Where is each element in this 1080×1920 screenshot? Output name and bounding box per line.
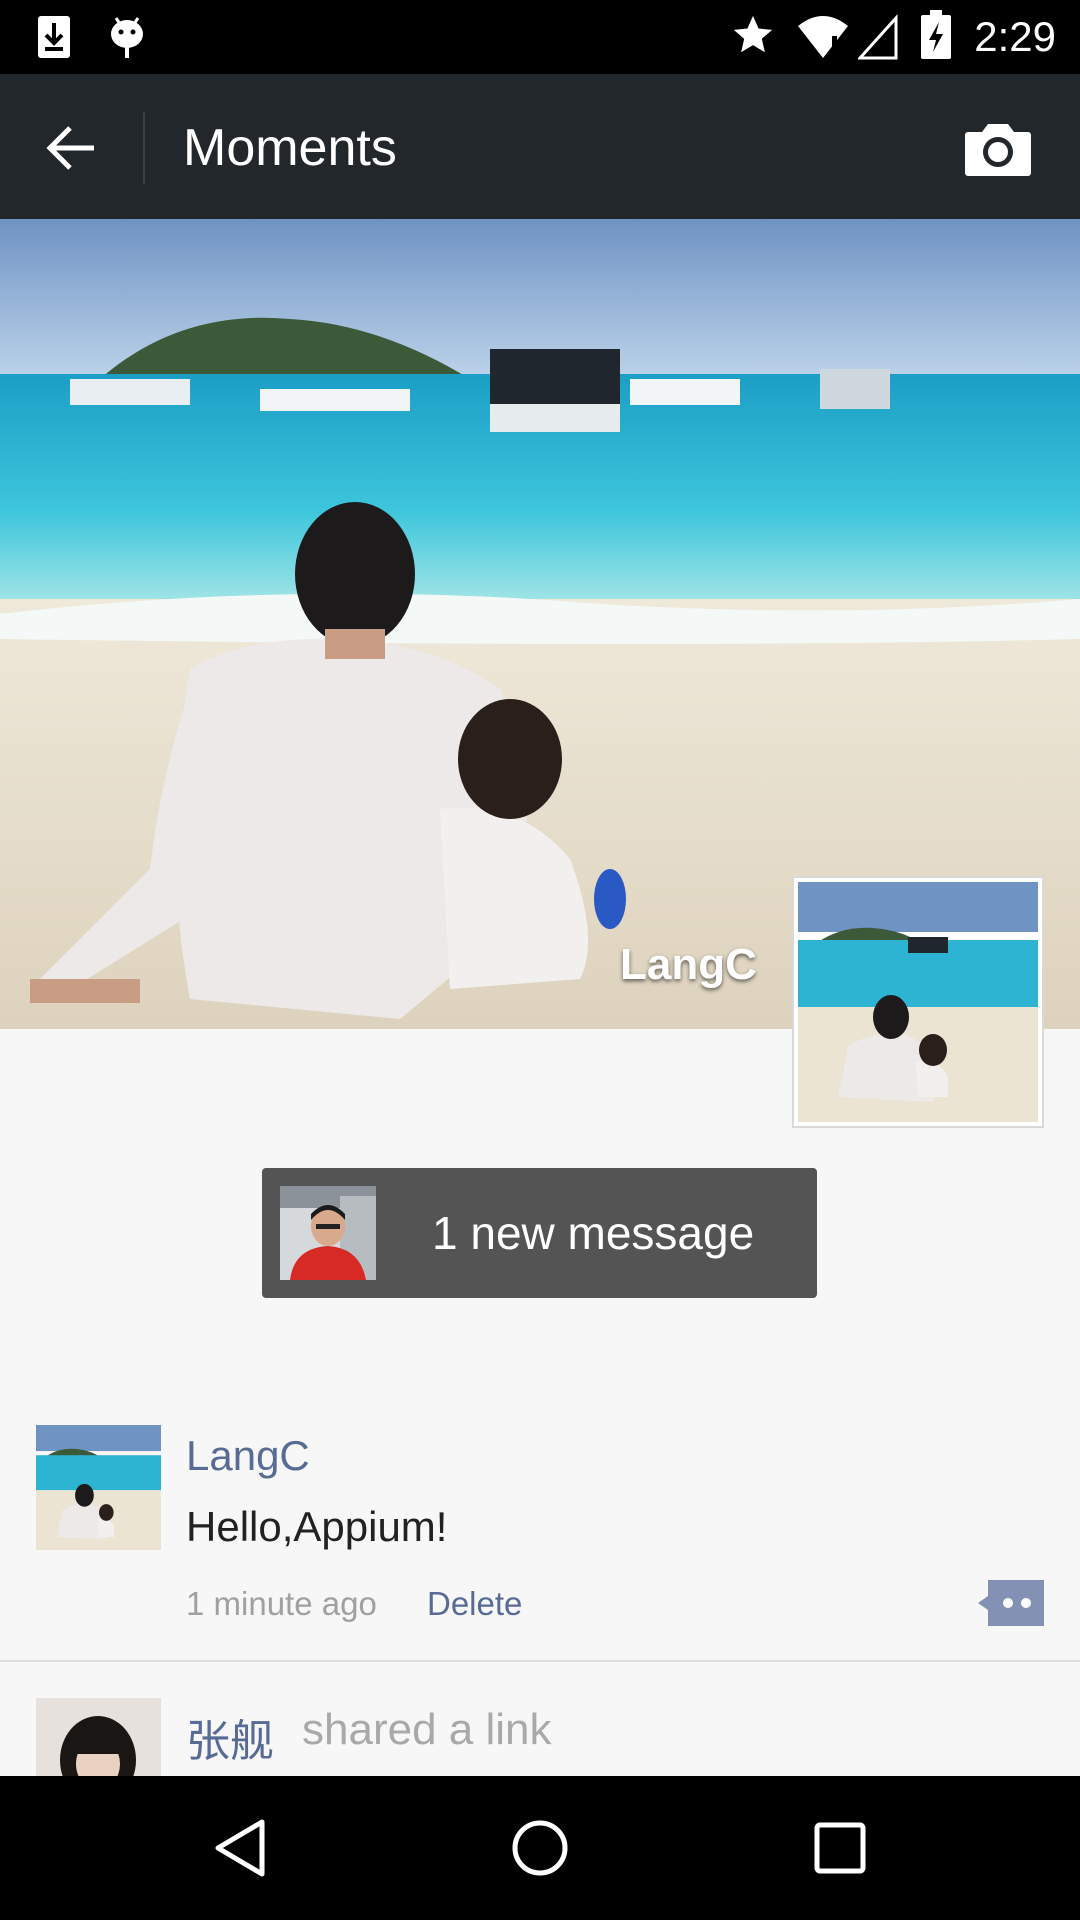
post-subtitle: shared a link [302,1705,552,1754]
new-message-label: 1 new message [432,1207,755,1259]
status-bar: 2:29 [0,0,1080,74]
navigation-bar [0,1776,1080,1920]
cover-username: LangC [620,940,757,989]
post-author-name[interactable]: 张舰 [186,1705,274,1769]
page-title: Moments [183,119,397,177]
feed-divider [0,1660,1080,1662]
new-message-button[interactable]: 1 new message [262,1168,817,1298]
back-button[interactable] [30,106,114,190]
post-delete-link[interactable]: Delete [427,1585,522,1623]
home-circle-icon [512,1820,568,1876]
battery-charging-icon [920,10,952,65]
recents-square-icon [814,1822,866,1874]
nav-recents-button[interactable] [800,1808,880,1888]
wifi-icon [796,14,850,65]
signal-icon [856,14,898,65]
comment-more-icon [978,1580,1044,1626]
post-time: 1 minute ago [186,1585,377,1622]
android-debug-icon [108,14,146,65]
action-bar: Moments [0,74,1080,219]
post-author-name[interactable]: LangC [186,1432,310,1480]
profile-avatar[interactable] [792,876,1044,1128]
download-icon [36,14,72,65]
camera-icon [965,124,1031,176]
comment-button[interactable] [978,1580,1046,1626]
nav-home-button[interactable] [500,1808,580,1888]
star-icon [730,12,776,63]
action-bar-divider [143,112,145,184]
arrow-left-icon [46,126,94,170]
post-text: Hello,Appium! [186,1503,448,1550]
status-time: 2:29 [974,13,1056,60]
nav-back-button[interactable] [200,1808,280,1888]
camera-button[interactable] [958,114,1038,184]
back-triangle-icon [215,1819,265,1877]
message-sender-avatar [280,1186,376,1280]
post-author-avatar[interactable] [36,1425,161,1550]
